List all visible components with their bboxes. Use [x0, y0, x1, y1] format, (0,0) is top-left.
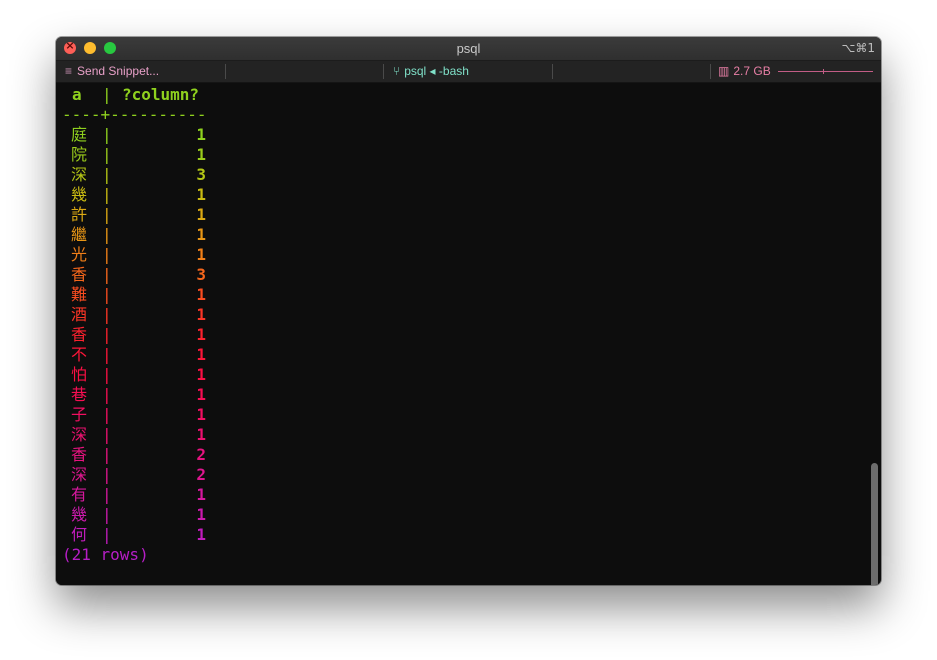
- status-divider: [710, 64, 711, 79]
- status-divider: [552, 64, 553, 79]
- cell-a: 繼: [71, 225, 88, 244]
- cell-count: 1: [196, 225, 206, 244]
- cell-a: 何: [71, 525, 88, 544]
- header-separator: ----+----------: [62, 105, 207, 124]
- column-divider: |: [102, 525, 112, 544]
- cell-count: 1: [196, 205, 206, 224]
- status-bar: ≡ Send Snippet... ⑂ psql ◂ -bash ▥ 2.7 GB: [56, 61, 881, 83]
- cell-count: 1: [196, 125, 206, 144]
- cell-a: 深: [71, 165, 88, 184]
- cell-a: 幾: [71, 185, 88, 204]
- column-divider: |: [102, 145, 112, 164]
- column-divider: |: [102, 185, 112, 204]
- send-snippet-label: Send Snippet...: [77, 64, 160, 78]
- cell-a: 怕: [71, 365, 88, 384]
- cell-a: 幾: [71, 505, 88, 524]
- column-divider: |: [102, 405, 112, 424]
- memory-icon: ▥: [718, 64, 730, 78]
- cell-count: 3: [196, 265, 206, 284]
- cell-count: 1: [196, 145, 206, 164]
- send-snippet-button[interactable]: ≡ Send Snippet...: [65, 64, 159, 78]
- column-divider: |: [102, 505, 112, 524]
- cell-count: 1: [196, 405, 206, 424]
- cell-a: 酒: [71, 305, 88, 324]
- scrollbar[interactable]: [871, 463, 878, 585]
- column-divider: |: [102, 385, 112, 404]
- cell-count: 3: [196, 165, 206, 184]
- cell-count: 1: [196, 285, 206, 304]
- row-count-footer: (21 rows): [62, 545, 149, 564]
- cell-count: 1: [196, 305, 206, 324]
- column-divider: |: [102, 345, 112, 364]
- cell-count: 1: [196, 325, 206, 344]
- cell-count: 1: [196, 245, 206, 264]
- cell-count: 1: [196, 365, 206, 384]
- menu-icon: ≡: [65, 64, 73, 78]
- cell-count: 1: [196, 185, 206, 204]
- cell-a: 香: [71, 325, 88, 344]
- memory-indicator[interactable]: ▥ 2.7 GB: [718, 64, 771, 78]
- column-header-a: a: [72, 85, 82, 104]
- cell-count: 2: [196, 445, 206, 464]
- column-divider: |: [102, 365, 112, 384]
- column-divider: |: [102, 305, 112, 324]
- terminal-output[interactable]: a | ?column? ----+---------- 庭 | 1 院 | 1 深 | 3 幾 |…: [56, 83, 881, 585]
- cell-a: 不: [71, 345, 88, 364]
- cell-count: 1: [196, 425, 206, 444]
- memory-graph: [778, 69, 873, 74]
- cell-a: 庭: [71, 125, 88, 144]
- column-divider: |: [102, 485, 112, 504]
- column-divider: |: [102, 205, 112, 224]
- session-label: psql ◂ -bash: [404, 64, 469, 78]
- cell-a: 子: [71, 405, 88, 424]
- column-header-count: ?column?: [122, 85, 200, 104]
- title-bar[interactable]: psql ⌥⌘1: [56, 37, 881, 61]
- cell-a: 許: [71, 205, 88, 224]
- column-divider: |: [102, 245, 112, 264]
- cell-count: 1: [196, 505, 206, 524]
- column-divider: |: [102, 285, 112, 304]
- cell-count: 1: [196, 385, 206, 404]
- column-divider: |: [102, 465, 112, 484]
- terminal-window: psql ⌥⌘1 ≡ Send Snippet... ⑂psql ◂ -bash …: [56, 37, 881, 585]
- cell-a: 深: [71, 465, 88, 484]
- window-shortcut: ⌥⌘1: [841, 41, 875, 55]
- cell-count: 2: [196, 465, 206, 484]
- cell-a: 香: [71, 265, 88, 284]
- cell-a: 院: [71, 145, 88, 164]
- cell-a: 巷: [71, 385, 88, 404]
- cell-count: 1: [196, 525, 206, 544]
- window-title: psql: [456, 41, 481, 56]
- status-divider: [225, 64, 226, 79]
- status-divider: [383, 64, 384, 79]
- column-divider: |: [102, 165, 112, 184]
- cell-a: 有: [71, 485, 88, 504]
- cell-a: 難: [71, 285, 88, 304]
- column-divider: |: [102, 125, 112, 144]
- cell-count: 1: [196, 485, 206, 504]
- column-divider: |: [102, 85, 112, 104]
- column-divider: |: [102, 265, 112, 284]
- column-divider: |: [102, 445, 112, 464]
- branch-icon: ⑂: [393, 64, 401, 78]
- column-divider: |: [102, 325, 112, 344]
- memory-label: 2.7 GB: [733, 64, 771, 78]
- column-divider: |: [102, 425, 112, 444]
- cell-a: 深: [71, 425, 88, 444]
- column-divider: |: [102, 225, 112, 244]
- result-header: a | ?column?: [62, 85, 199, 105]
- cell-a: 香: [71, 445, 88, 464]
- session-indicator[interactable]: ⑂ psql ◂ -bash: [393, 64, 469, 78]
- cell-a: 光: [71, 245, 88, 264]
- cell-count: 1: [196, 345, 206, 364]
